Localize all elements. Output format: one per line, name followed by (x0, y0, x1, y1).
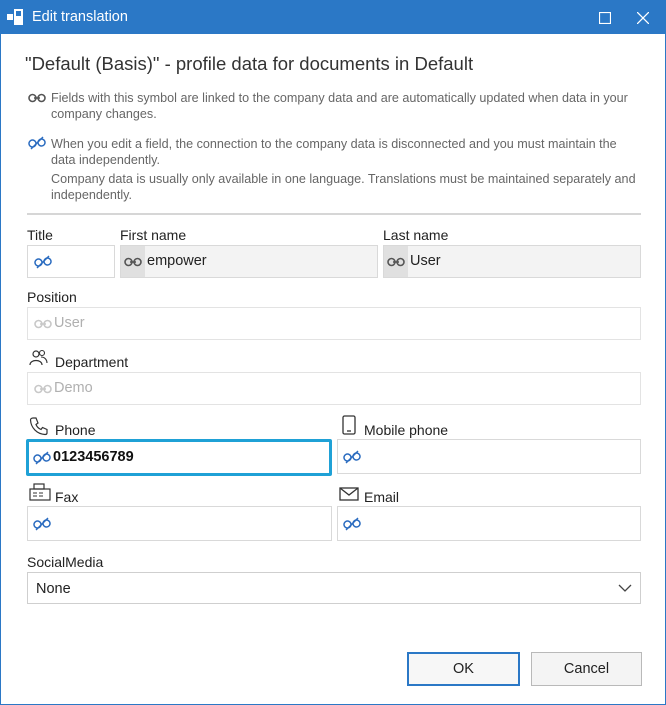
linked-icon (387, 257, 405, 266)
mobile-phone-label: Mobile phone (364, 422, 449, 438)
dialog-heading: "Default (Basis)" - profile data for doc… (25, 53, 474, 74)
last-name-field[interactable]: User (383, 245, 641, 278)
department-field: Demo (27, 372, 641, 405)
chevron-down-icon (618, 584, 632, 592)
unlinked-icon (33, 451, 51, 465)
unlinked-icon (343, 450, 361, 464)
phone-label: Phone (55, 422, 96, 438)
unlinked-icon (343, 517, 361, 531)
title-bar[interactable]: Edit translation (1, 1, 665, 34)
maximize-icon (598, 11, 611, 24)
linked-icon (34, 319, 52, 329)
ok-button[interactable]: OK (407, 652, 520, 686)
department-label: Department (55, 354, 129, 370)
email-label: Email (364, 489, 400, 505)
title-label: Title (27, 227, 53, 243)
close-icon (636, 11, 649, 24)
phone-icon (29, 417, 48, 436)
position-label: Position (27, 289, 77, 305)
first-name-label: First name (120, 227, 187, 243)
department-value: Demo (54, 380, 93, 396)
position-value: User (54, 315, 85, 331)
linked-icon (34, 384, 52, 394)
unlinked-icon (33, 517, 51, 531)
people-icon (29, 349, 48, 366)
cancel-button[interactable]: Cancel (531, 652, 642, 686)
fax-label: Fax (55, 489, 79, 505)
phone-field[interactable]: 0123456789 (26, 439, 332, 476)
app-icon (7, 9, 23, 25)
mobile-phone-icon (342, 415, 356, 435)
linked-icon (124, 257, 142, 266)
linked-indicator (121, 246, 145, 277)
linked-indicator (384, 246, 408, 277)
unlinked-icon (34, 255, 52, 269)
social-media-value: None (36, 581, 71, 597)
mobile-phone-field[interactable] (337, 439, 641, 474)
info-translation-text: Company data is usually only available i… (51, 172, 636, 202)
social-media-label: SocialMedia (27, 554, 104, 570)
info-unlinked-text: When you edit a field, the connection to… (51, 137, 617, 167)
last-name-label: Last name (383, 227, 449, 243)
last-name-value: User (410, 253, 441, 269)
info-linked-text: Fields with this symbol are linked to th… (51, 91, 628, 121)
social-media-select[interactable]: None (27, 572, 641, 604)
envelope-icon (339, 487, 359, 501)
first-name-field[interactable]: empower (120, 245, 378, 278)
close-button[interactable] (620, 1, 665, 34)
edit-translation-dialog: Edit translation "Default (Basis)" - pro… (0, 0, 666, 705)
unlinked-icon (28, 136, 46, 150)
position-field: User (27, 307, 641, 340)
first-name-value: empower (147, 253, 207, 269)
fax-icon (29, 483, 51, 501)
email-field[interactable] (337, 506, 641, 541)
title-field[interactable] (27, 245, 115, 278)
window-title: Edit translation (32, 9, 128, 25)
fax-field[interactable] (27, 506, 332, 541)
phone-value: 0123456789 (53, 449, 134, 465)
separator (27, 213, 641, 215)
linked-icon (28, 93, 46, 103)
